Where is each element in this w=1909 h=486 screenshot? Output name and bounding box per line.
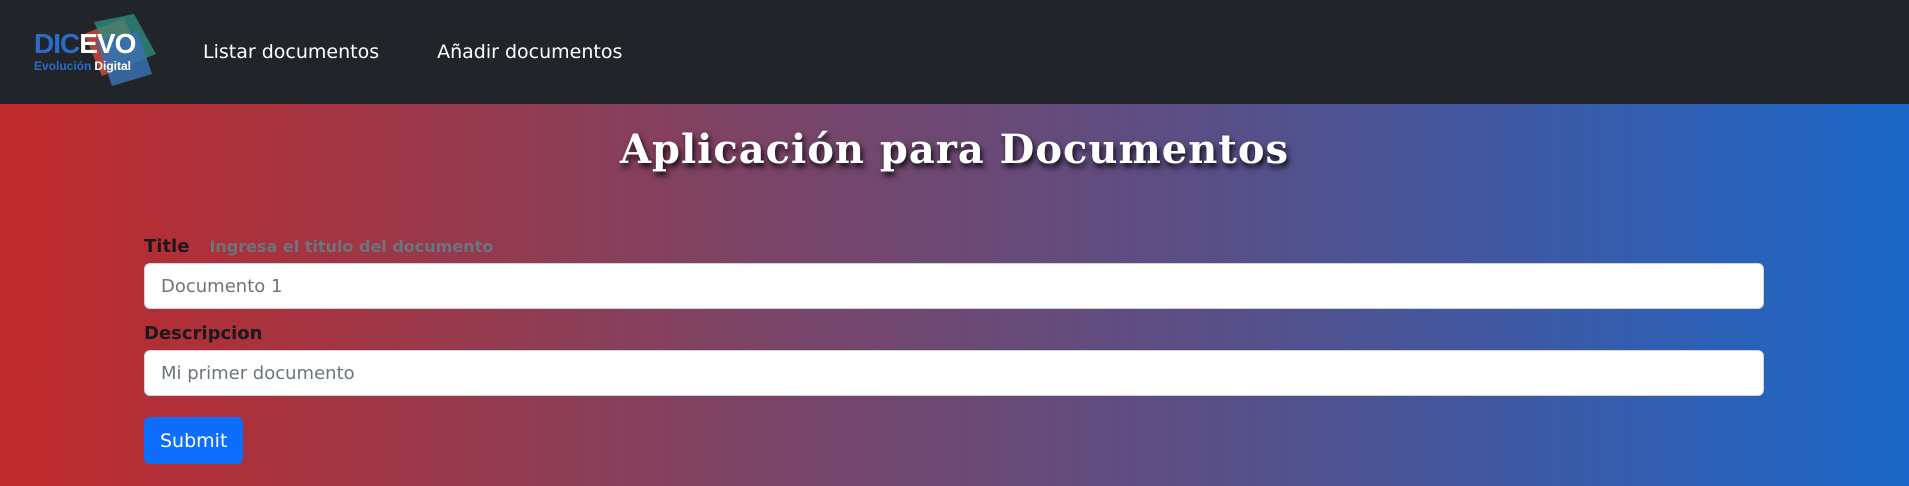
navbar: DICEVO Evolución Digital Listar documento… (0, 0, 1909, 104)
description-label: Descripcion (144, 323, 263, 344)
submit-button[interactable]: Submit (144, 417, 244, 464)
nav-link-listar-documentos[interactable]: Listar documentos (203, 41, 379, 63)
title-label: Title (144, 236, 190, 257)
title-input[interactable] (144, 263, 1764, 309)
nav-link-anadir-documentos[interactable]: Añadir documentos (437, 41, 622, 63)
page-title: Aplicación para Documentos (619, 126, 1290, 173)
hero-section: Aplicación para Documentos Title Ingresa… (0, 104, 1909, 486)
title-help-text: Ingresa el titulo del documento (209, 237, 494, 256)
title-label-row: Title Ingresa el titulo del documento (144, 236, 1764, 257)
description-input[interactable] (144, 350, 1764, 396)
description-label-row: Descripcion (144, 323, 1764, 344)
brand-logo[interactable]: DICEVO Evolución Digital (34, 12, 159, 92)
document-form: Title Ingresa el titulo del documento De… (144, 236, 1764, 464)
logo-tagline: Evolución Digital (34, 59, 132, 73)
description-group: Descripcion (144, 323, 1764, 396)
logo-wordmark: DICEVO (34, 28, 136, 59)
